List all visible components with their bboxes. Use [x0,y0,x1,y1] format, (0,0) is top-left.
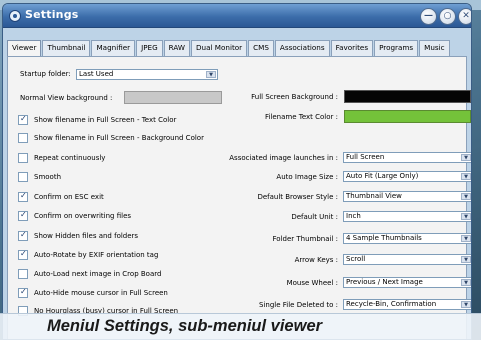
tab-raw[interactable]: RAW [163,40,191,56]
tab-associations[interactable]: Associations [274,40,330,56]
default-browser-style-select[interactable]: Thumbnail View ▼ [343,191,471,202]
checkbox-confirm-esc-exit[interactable] [18,191,28,202]
checkbox-label-auto-rotate-exif: Auto-Rotate by EXIF orientation tag [34,251,159,259]
checkbox-repeat-continuously[interactable] [18,153,28,163]
minimize-icon[interactable]: — [420,8,437,25]
tab-strip: Viewer Thumbnail Magnifier JPEG RAW Dual… [7,40,451,57]
settings-window: Settings — ○ ✕ Viewer Thumbnail Magnifie… [2,3,472,340]
chevron-down-icon: ▼ [461,213,471,220]
tab-magnifier[interactable]: Magnifier [91,40,136,56]
checkbox-label-show-filename-background-color: Show filename in Full Screen - Backgroun… [34,134,204,142]
chevron-down-icon: ▼ [461,301,471,308]
mouse-wheel-value: Previous / Next Image [346,278,423,286]
auto-image-size-label: Auto Image Size : [276,173,338,181]
checkbox-auto-rotate-exif[interactable] [18,249,28,260]
checkbox-label-auto-hide-cursor: Auto-Hide mouse cursor in Full Screen [34,289,168,297]
checkbox-label-confirm-overwriting: Confirm on overwriting files [34,212,132,220]
checkbox-show-hidden-files[interactable] [18,230,28,241]
restore-icon[interactable]: ○ [439,8,456,25]
checkbox-show-filename-background-color[interactable] [18,133,28,143]
checkbox-auto-hide-cursor[interactable] [18,287,28,298]
arrow-keys-label: Arrow Keys : [294,256,338,264]
arrow-keys-select[interactable]: Scroll ▼ [343,254,471,265]
checkbox-show-filename-text-color[interactable] [18,114,28,125]
tab-jpeg[interactable]: JPEG [136,40,163,56]
startup-folder-select[interactable]: Last Used ▼ [76,69,218,80]
image-caption: Meniul Settings, sub-meniul viewer [0,313,481,340]
checkbox-label-auto-load-crop-board: Auto-Load next image in Crop Board [34,270,162,278]
single-file-deleted-select[interactable]: Recycle-Bin, Confirmation ▼ [343,299,471,310]
folder-thumbnail-label: Folder Thumbnail : [272,235,338,243]
chevron-down-icon: ▼ [461,279,471,286]
folder-thumbnail-value: 4 Sample Thumbnails [346,234,422,242]
single-file-deleted-label: Single File Deleted to : [259,301,338,309]
folder-thumbnail-select[interactable]: 4 Sample Thumbnails ▼ [343,233,471,244]
startup-folder-value: Last Used [79,70,114,78]
arrow-keys-value: Scroll [346,255,366,263]
default-browser-style-label: Default Browser Style : [257,193,338,201]
filename-text-color-label: Filename Text Color : [264,113,338,121]
auto-image-size-value: Auto Fit (Large Only) [346,172,419,180]
checkbox-auto-load-crop-board[interactable] [18,269,28,279]
checkbox-label-show-filename-text-color: Show filename in Full Screen - Text Colo… [34,116,177,124]
normal-view-background-label: Normal View background : [20,94,113,102]
checkbox-smooth[interactable] [18,172,28,182]
checkbox-label-repeat-continuously: Repeat continuously [34,154,106,162]
mouse-wheel-label: Mouse Wheel : [286,279,338,287]
associated-image-launches-label: Associated image launches in : [229,154,338,162]
tab-thumbnail[interactable]: Thumbnail [42,40,91,56]
checkbox-label-show-hidden-files: Show Hidden files and folders [34,232,139,240]
startup-folder-label: Startup folder: [20,70,71,78]
default-browser-style-value: Thumbnail View [346,192,402,200]
associated-image-launches-select[interactable]: Full Screen ▼ [343,152,471,163]
close-icon[interactable]: ✕ [458,8,471,25]
chevron-down-icon: ▼ [461,256,471,263]
viewer-settings-panel: Startup folder: Last Used ▼ Normal View b… [7,56,471,339]
full-screen-background-swatch[interactable] [344,90,471,103]
default-unit-label: Default Unit : [291,213,338,221]
auto-image-size-select[interactable]: Auto Fit (Large Only) ▼ [343,171,471,182]
default-unit-value: Inch [346,212,361,220]
chevron-down-icon: ▼ [461,154,471,161]
chevron-down-icon: ▼ [461,193,471,200]
single-file-deleted-value: Recycle-Bin, Confirmation [346,300,437,308]
window-title: Settings [25,8,79,21]
tab-viewer[interactable]: Viewer [7,40,42,57]
filename-text-color-swatch[interactable] [344,110,471,123]
chevron-down-icon: ▼ [206,71,216,78]
tab-dual-monitor[interactable]: Dual Monitor [191,40,248,56]
tab-music[interactable]: Music [419,40,450,56]
checkbox-confirm-overwriting[interactable] [18,210,28,221]
normal-view-background-swatch[interactable] [124,91,222,104]
tab-cms[interactable]: CMS [248,40,274,56]
app-icon [9,10,21,22]
default-unit-select[interactable]: Inch ▼ [343,211,471,222]
tab-programs[interactable]: Programs [374,40,419,56]
checkbox-label-confirm-esc-exit: Confirm on ESC exit [34,193,104,201]
mouse-wheel-select[interactable]: Previous / Next Image ▼ [343,277,471,288]
title-bar[interactable]: Settings — ○ ✕ [3,4,471,28]
associated-image-launches-value: Full Screen [346,153,385,161]
caption-text: Meniul Settings, sub-meniul viewer [47,317,323,335]
full-screen-background-label: Full Screen Background : [251,93,338,101]
chevron-down-icon: ▼ [461,173,471,180]
checkbox-label-smooth: Smooth [34,173,62,181]
tab-favorites[interactable]: Favorites [330,40,374,56]
chevron-down-icon: ▼ [461,235,471,242]
